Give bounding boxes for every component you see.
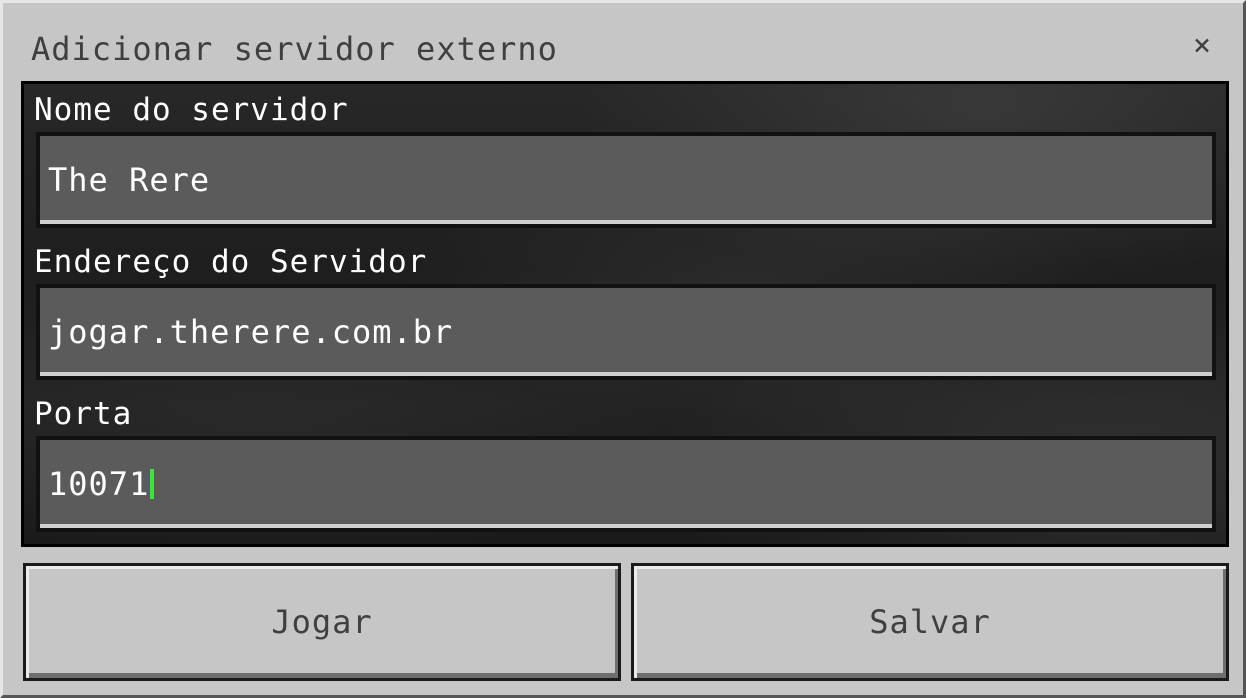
server-address-input[interactable]: jogar.therere.com.br xyxy=(36,284,1216,380)
server-name-value: The Rere xyxy=(48,161,211,199)
close-icon[interactable]: × xyxy=(1187,27,1217,63)
play-button[interactable]: Jogar xyxy=(23,563,621,681)
server-address-label: Endereço do Servidor xyxy=(34,244,428,280)
add-server-dialog: Adicionar servidor externo × Nome do ser… xyxy=(0,0,1246,698)
port-input[interactable]: 10071 xyxy=(36,436,1216,532)
save-button[interactable]: Salvar xyxy=(631,563,1229,681)
dialog-title: Adicionar servidor externo xyxy=(31,30,558,68)
server-name-label: Nome do servidor xyxy=(34,92,349,128)
server-address-value: jogar.therere.com.br xyxy=(48,313,454,351)
server-name-input[interactable]: The Rere xyxy=(36,132,1216,228)
text-caret xyxy=(150,469,155,499)
port-label: Porta xyxy=(34,396,133,432)
form-panel: Nome do servidor The Rere Endereço do Se… xyxy=(21,81,1229,547)
port-value: 10071 xyxy=(48,465,150,503)
